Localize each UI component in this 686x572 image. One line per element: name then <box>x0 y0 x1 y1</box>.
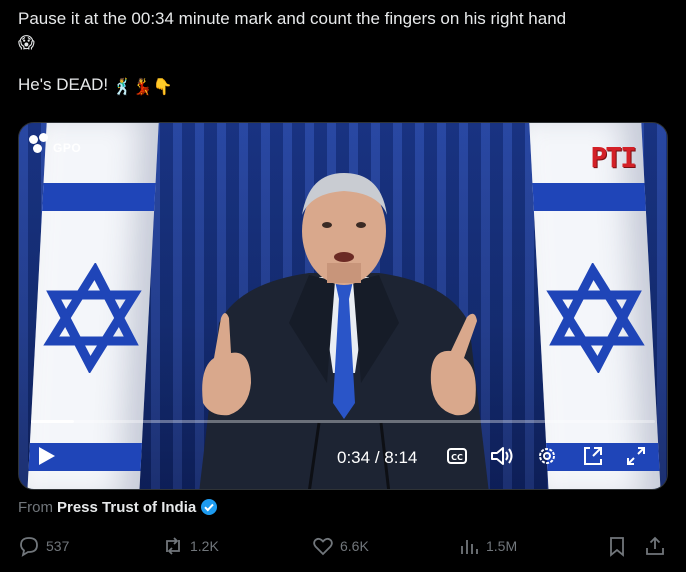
views-chart-icon <box>461 540 478 554</box>
picture-in-picture-icon <box>584 447 602 465</box>
share-icon <box>646 536 664 555</box>
post-line-2: He's DEAD! 🕺💃👇 <box>18 75 173 96</box>
play-button[interactable] <box>35 445 57 467</box>
source-account-link[interactable]: Press Trust of India <box>57 499 196 516</box>
screaming-face-emoji-icon: 😱 <box>18 33 35 52</box>
post-line-1: Pause it at the 00:34 minute mark and co… <box>18 9 567 28</box>
picture-in-picture-button[interactable] <box>582 445 604 467</box>
views-button[interactable]: 1.5M <box>458 534 517 558</box>
israel-flag-left <box>26 123 160 489</box>
video-player[interactable]: GPO PTI 0:34 / 8:14 CC <box>18 122 668 490</box>
video-progress-bar[interactable] <box>31 420 655 423</box>
captions-icon: CC <box>447 448 467 464</box>
gear-icon <box>539 448 555 464</box>
captions-button[interactable]: CC <box>446 445 468 467</box>
settings-button[interactable] <box>536 445 558 467</box>
volume-button[interactable] <box>490 445 516 467</box>
post-line-1-emoji: 😱 <box>18 30 678 54</box>
repost-button[interactable]: 1.2K <box>162 534 219 558</box>
reply-button[interactable]: 537 <box>18 534 69 558</box>
fullscreen-icon <box>627 447 645 465</box>
bookmark-icon <box>610 537 624 557</box>
repost-icon <box>166 537 180 555</box>
reply-icon <box>20 537 38 557</box>
heart-icon <box>313 537 333 556</box>
fullscreen-button[interactable] <box>625 445 647 467</box>
dancing-emoji-icon: 🕺💃👇 <box>112 77 173 96</box>
play-icon <box>39 447 55 465</box>
video-controls: 0:34 / 8:14 CC <box>19 439 667 473</box>
repost-count: 1.2K <box>190 538 219 554</box>
verified-badge-icon <box>201 499 218 515</box>
share-button[interactable] <box>644 534 666 558</box>
video-time: 0:34 / 8:14 <box>337 448 418 467</box>
view-count: 1.5M <box>486 538 518 554</box>
reply-count: 537 <box>46 538 70 554</box>
pti-logo: PTI <box>590 141 637 174</box>
source-prefix: From <box>18 498 53 516</box>
volume-icon <box>491 447 513 465</box>
gpo-logo: GPO <box>29 133 81 155</box>
post-actions: 537 1.2K 6.6K 1.5M <box>18 534 668 558</box>
video-source: From Press Trust of India <box>18 498 218 516</box>
bookmark-button[interactable] <box>606 534 628 558</box>
svg-text:CC: CC <box>451 453 463 462</box>
post-text: Pause it at the 00:34 minute mark and co… <box>18 8 678 98</box>
video-progress-fill <box>31 420 75 423</box>
like-button[interactable]: 6.6K <box>312 534 369 558</box>
israel-flag-right <box>528 123 662 489</box>
like-count: 6.6K <box>340 538 369 554</box>
